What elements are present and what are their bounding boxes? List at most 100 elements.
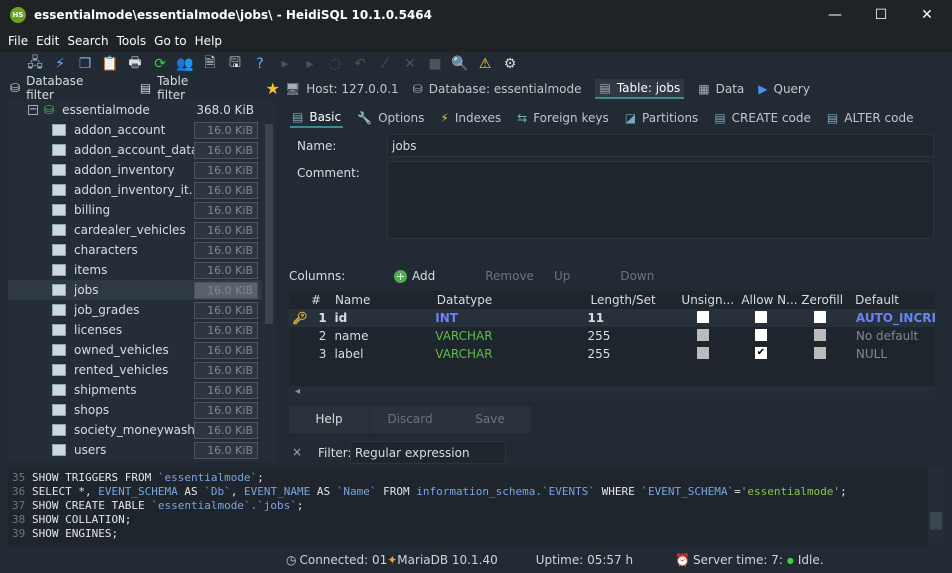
table-filter[interactable]: Table filter	[157, 74, 217, 102]
minimize-button[interactable]: —	[812, 0, 858, 30]
menu-go-to[interactable]: Go to	[154, 34, 187, 48]
tree-table-item[interactable]: society_moneywash 16.0 KiB	[8, 420, 276, 440]
table-row[interactable]: 2 name VARCHAR 255 No default	[289, 327, 935, 345]
column-name[interactable]: label	[334, 347, 435, 361]
collapse-icon[interactable]: −	[28, 105, 38, 115]
tree-table-item[interactable]: jobs 16.0 KiB	[8, 280, 276, 300]
close-button[interactable]: ✕	[904, 0, 950, 30]
menu-file[interactable]: File	[8, 34, 28, 48]
column-header[interactable]: Datatype	[437, 293, 591, 307]
checkbox-allow-null[interactable]	[754, 310, 767, 323]
tree-root[interactable]: − ⛁ essentialmode 368.0 KiB	[8, 100, 276, 120]
column-name[interactable]: name	[334, 329, 435, 343]
column-name[interactable]: id	[334, 311, 435, 325]
tree-table-item[interactable]: addon_inventory 16.0 KiB	[8, 160, 276, 180]
column-datatype[interactable]: VARCHAR	[435, 347, 587, 361]
add-column-button[interactable]: Add	[412, 269, 435, 283]
remove-column-button[interactable]: Remove	[485, 269, 534, 283]
tab-create-code[interactable]: ▤ CREATE code	[712, 109, 813, 127]
save-icon[interactable]: 🖫	[226, 52, 244, 76]
tree-table-item[interactable]: addon_inventory_it… 16.0 KiB	[8, 180, 276, 200]
refresh-icon[interactable]: ⟳	[151, 56, 169, 72]
column-header[interactable]: Name	[335, 293, 437, 307]
column-header[interactable]: #	[311, 293, 335, 307]
tree-table-item[interactable]: owned_vehicles 16.0 KiB	[8, 340, 276, 360]
checkbox-unsigned[interactable]	[697, 310, 710, 323]
grid-horizontal-scrollbar[interactable]: ◂	[289, 386, 935, 401]
checkbox-allow-null[interactable]	[754, 328, 767, 341]
menu-search[interactable]: Search	[67, 34, 108, 48]
tab-indexes[interactable]: ⚡ Indexes	[438, 109, 503, 127]
move-up-button[interactable]: Up	[554, 269, 570, 283]
column-length[interactable]: 11	[587, 311, 677, 325]
checkbox-unsigned[interactable]	[697, 328, 710, 341]
disconnect-icon[interactable]: ⚡	[51, 56, 69, 72]
column-default[interactable]: No default	[856, 329, 935, 343]
tree-table-item[interactable]: addon_account 16.0 KiB	[8, 120, 276, 140]
users-icon[interactable]: 👥	[176, 56, 194, 72]
search-icon[interactable]: 🔍	[451, 56, 469, 72]
column-length[interactable]: 255	[587, 347, 677, 361]
tree-table-item[interactable]: addon_account_data 16.0 KiB	[8, 140, 276, 160]
tree-table-item[interactable]: rented_vehicles 16.0 KiB	[8, 360, 276, 380]
tree-table-item[interactable]: shipments 16.0 KiB	[8, 380, 276, 400]
save-button[interactable]: Save	[450, 406, 530, 433]
tab-foreign-keys[interactable]: ⇆ Foreign keys	[515, 109, 611, 127]
column-header[interactable]: Length/Set	[591, 293, 682, 307]
discard-button[interactable]: Discard	[370, 406, 450, 433]
tree-table-item[interactable]: characters 16.0 KiB	[8, 240, 276, 260]
tree-table-item[interactable]: users 16.0 KiB	[8, 440, 276, 460]
close-filter-icon[interactable]: ×	[292, 445, 302, 459]
tab-query[interactable]: ▶ Query	[758, 82, 810, 96]
table-name-input[interactable]: jobs	[387, 134, 934, 157]
tab-alter-code[interactable]: ▤ ALTER code	[825, 109, 916, 127]
tab-options[interactable]: 🔧 Options	[355, 109, 426, 127]
tab-data[interactable]: ▦ Data	[698, 82, 744, 96]
tree-table-item[interactable]: items 16.0 KiB	[8, 260, 276, 280]
tab-basic[interactable]: ▤ Basic	[290, 108, 344, 128]
favorites-star-icon[interactable]: ★	[266, 79, 280, 98]
copy-icon[interactable]: ❐	[76, 56, 94, 72]
settings-icon[interactable]: ⚙	[501, 56, 519, 72]
column-length[interactable]: 255	[587, 329, 677, 343]
column-datatype[interactable]: VARCHAR	[435, 329, 587, 343]
checkbox-zerofill[interactable]	[814, 310, 827, 323]
menu-help[interactable]: Help	[195, 34, 222, 48]
tree-table-item[interactable]: cardealer_vehicles 16.0 KiB	[8, 220, 276, 240]
column-default[interactable]: NULL	[856, 347, 935, 361]
tree-table-item[interactable]: job_grades 16.0 KiB	[8, 300, 276, 320]
column-header[interactable]: Allow N...	[741, 293, 801, 307]
log-scrollbar[interactable]	[928, 467, 944, 545]
table-row[interactable]: 🔑︎ 1 idINT11 AUTO_INCREM	[289, 309, 935, 327]
column-default[interactable]: AUTO_INCREM	[856, 311, 935, 325]
export-icon[interactable]: 🗎	[201, 52, 219, 76]
filter-input[interactable]: Regular expression	[350, 441, 506, 464]
checkbox-unsigned[interactable]	[697, 346, 710, 359]
column-datatype[interactable]: INT	[435, 311, 587, 325]
comment-textarea[interactable]	[387, 161, 934, 239]
checkbox-allow-null[interactable]: ✔	[754, 346, 767, 359]
menu-edit[interactable]: Edit	[36, 34, 59, 48]
paste-icon[interactable]: 📋	[101, 56, 119, 72]
sql-log[interactable]: 35 SHOW TRIGGERS FROM `essentialmode`; 36 S…	[8, 467, 944, 545]
table-row[interactable]: 3 label VARCHAR 255 ✔ NULL	[289, 345, 935, 363]
tab-host[interactable]: 🖥 Host: 127.0.0.1	[285, 82, 399, 96]
menu-tools[interactable]: Tools	[117, 34, 147, 48]
column-header[interactable]: Zerofill	[801, 293, 855, 307]
help-button[interactable]: Help	[289, 406, 369, 433]
tree-table-item[interactable]: billing 16.0 KiB	[8, 200, 276, 220]
tree-scrollbar[interactable]	[262, 118, 276, 462]
connect-icon[interactable]: 🖧	[26, 52, 44, 76]
warning-icon[interactable]: ⚠	[476, 56, 494, 72]
checkbox-zerofill[interactable]	[814, 346, 827, 359]
tab-table[interactable]: ▤ Table: jobs	[595, 79, 685, 99]
tree-table-item[interactable]: licenses 16.0 KiB	[8, 320, 276, 340]
move-down-button[interactable]: Down	[620, 269, 654, 283]
column-header[interactable]: Unsign...	[681, 293, 741, 307]
checkbox-zerofill[interactable]	[814, 328, 827, 341]
tree-table-item[interactable]: shops 16.0 KiB	[8, 400, 276, 420]
tab-partitions[interactable]: ◪ Partitions	[623, 109, 701, 127]
help-icon[interactable]: ?	[251, 56, 269, 72]
printer-icon[interactable]: 🖶	[126, 52, 144, 76]
database-filter[interactable]: Database filter	[26, 74, 112, 102]
